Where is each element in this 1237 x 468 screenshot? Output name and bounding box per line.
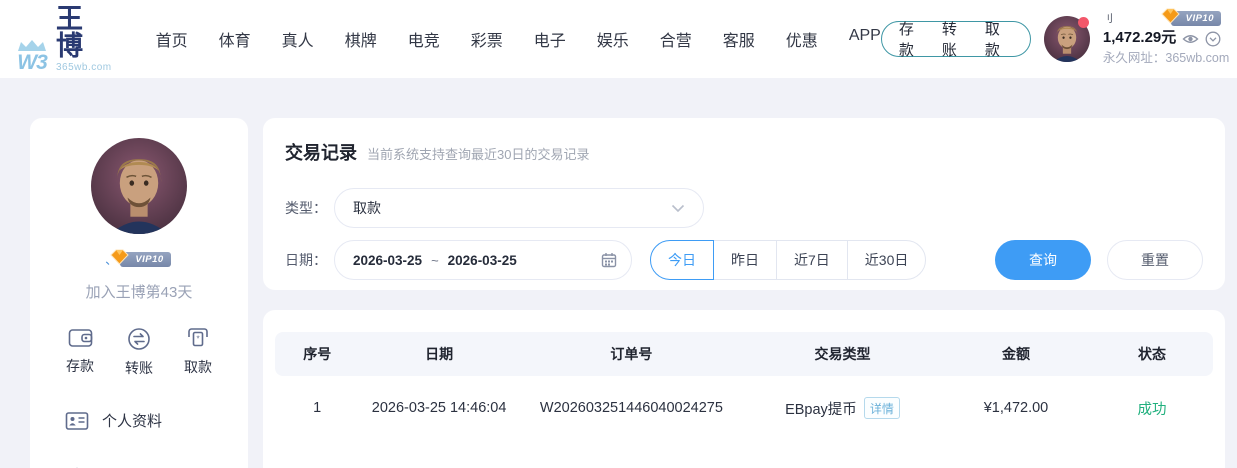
toggle-balance-visibility-icon[interactable]: [1182, 33, 1199, 45]
cell-index: 1: [275, 400, 359, 416]
col-date: 日期: [359, 344, 518, 364]
logo-crown-icon: W3: [16, 39, 48, 73]
transaction-filter-card: 交易记录 当前系统支持查询最近30日的交易记录 类型： 取款 日期： 2026-…: [263, 118, 1225, 290]
logo-mark-text: W3: [17, 52, 47, 73]
nav-item-sports[interactable]: 体育: [219, 27, 251, 51]
page: W3 王博 365wb.com 首页 体育 真人 棋牌 电竞 彩票 电子 娱乐 …: [0, 0, 1237, 468]
main-nav: 首页 体育 真人 棋牌 电竞 彩票 电子 娱乐 合营 客服 优惠 APP: [156, 27, 881, 51]
nav-item-lottery[interactable]: 彩票: [471, 27, 503, 51]
sidebar-transfer-button[interactable]: 转账: [125, 327, 153, 378]
transaction-type-text: EBpay提币: [785, 398, 857, 419]
cell-amount: ¥1,472.00: [941, 400, 1091, 416]
nav-item-home[interactable]: 首页: [156, 27, 188, 51]
logo-name: 王博: [56, 6, 112, 60]
user-avatar[interactable]: [1044, 16, 1090, 62]
profile-avatar[interactable]: [91, 138, 187, 234]
balance-dropdown-icon[interactable]: [1205, 31, 1221, 47]
date-label: 日期：: [285, 250, 334, 270]
wallet-quick-actions: 存款 转账 取款: [881, 21, 1031, 57]
logo-domain: 365wb.com: [56, 63, 112, 73]
nav-item-live[interactable]: 真人: [282, 27, 314, 51]
calendar-icon: [601, 252, 617, 268]
detail-link[interactable]: 详情: [864, 397, 900, 419]
top-header: W3 王博 365wb.com 首页 体育 真人 棋牌 电竞 彩票 电子 娱乐 …: [0, 0, 1237, 78]
date-from-value: 2026-03-25: [353, 253, 422, 268]
nav-item-promo[interactable]: 优惠: [786, 27, 818, 51]
col-status: 状态: [1091, 344, 1213, 364]
reset-button[interactable]: 重置: [1107, 240, 1203, 280]
svg-text:*: *: [196, 335, 199, 344]
col-order-no: 订单号: [519, 344, 744, 364]
nav-item-app[interactable]: APP: [849, 27, 881, 51]
range-yesterday-button[interactable]: 昨日: [713, 240, 777, 280]
member-days-text: 加入王博第43天: [30, 281, 248, 302]
range-7days-button[interactable]: 近7日: [776, 240, 848, 280]
cell-date: 2026-03-25 14:46:04: [359, 400, 518, 416]
chevron-down-icon: [671, 204, 685, 213]
nav-item-entertainment[interactable]: 娱乐: [597, 27, 629, 51]
search-button[interactable]: 查询: [995, 240, 1091, 280]
sidebar-deposit-button[interactable]: 存款: [66, 327, 94, 378]
range-30days-button[interactable]: 近30日: [847, 240, 927, 280]
notification-dot: [1078, 17, 1089, 28]
type-select-value: 取款: [353, 198, 381, 218]
gem-icon: [109, 249, 130, 266]
table-header-row: 序号 日期 订单号 交易类型 金额 状态: [275, 332, 1213, 376]
sidebar-withdraw-button[interactable]: * 取款: [184, 327, 212, 378]
username-mark: 刂: [1103, 14, 1113, 27]
profile-sidebar: 、 VIP10 加入王博第43天 存款 转账 * 取款 个: [30, 118, 248, 468]
gem-icon: [1160, 8, 1181, 25]
id-card-icon: [65, 411, 89, 431]
balance-amount: 1,472.29元: [1103, 29, 1176, 48]
type-label: 类型：: [285, 198, 334, 218]
cell-status: 成功: [1091, 398, 1213, 419]
date-range-input[interactable]: 2026-03-25 ~ 2026-03-25: [334, 240, 632, 280]
col-type: 交易类型: [744, 344, 941, 364]
nav-item-service[interactable]: 客服: [723, 27, 755, 51]
cell-type: EBpay提币 详情: [744, 397, 941, 419]
atm-icon: *: [186, 327, 210, 350]
col-index: 序号: [275, 344, 359, 364]
cell-order-no: W202603251446040024275: [519, 400, 744, 416]
nav-item-partnership[interactable]: 合营: [660, 27, 692, 51]
nav-item-slots[interactable]: 电子: [534, 27, 566, 51]
transfer-link[interactable]: 转账: [942, 18, 970, 60]
site-logo[interactable]: W3 王博 365wb.com: [16, 6, 112, 73]
page-title: 交易记录: [285, 139, 357, 165]
nav-item-cards[interactable]: 棋牌: [345, 27, 377, 51]
date-quick-ranges: 今日 昨日 近7日 近30日: [650, 240, 926, 280]
nav-item-esports[interactable]: 电竞: [408, 27, 440, 51]
permanent-url: 永久网址：365wb.com: [1103, 51, 1223, 67]
withdraw-link[interactable]: 取款: [985, 18, 1013, 60]
col-amount: 金额: [941, 344, 1091, 364]
transaction-table-card: 序号 日期 订单号 交易类型 金额 状态 1 2026-03-25 14:46:…: [263, 310, 1225, 468]
deposit-link[interactable]: 存款: [899, 18, 927, 60]
page-subtitle: 当前系统支持查询最近30日的交易记录: [367, 144, 589, 163]
vip-level-badge-sidebar: VIP10: [120, 252, 170, 267]
table-row: 1 2026-03-25 14:46:04 W20260325144604002…: [275, 376, 1213, 440]
transfer-icon: [127, 327, 151, 351]
sidebar-item-profile[interactable]: 个人资料: [65, 410, 162, 431]
vip-level-badge: VIP10: [1171, 11, 1221, 26]
date-to-value: 2026-03-25: [448, 253, 517, 268]
wallet-icon: [68, 327, 93, 349]
type-select[interactable]: 取款: [334, 188, 704, 228]
range-today-button[interactable]: 今日: [650, 240, 714, 280]
user-info: 刂 VIP10 1,472.29元 永久网址：365wb.com: [1103, 11, 1223, 66]
date-separator: ~: [431, 253, 439, 268]
